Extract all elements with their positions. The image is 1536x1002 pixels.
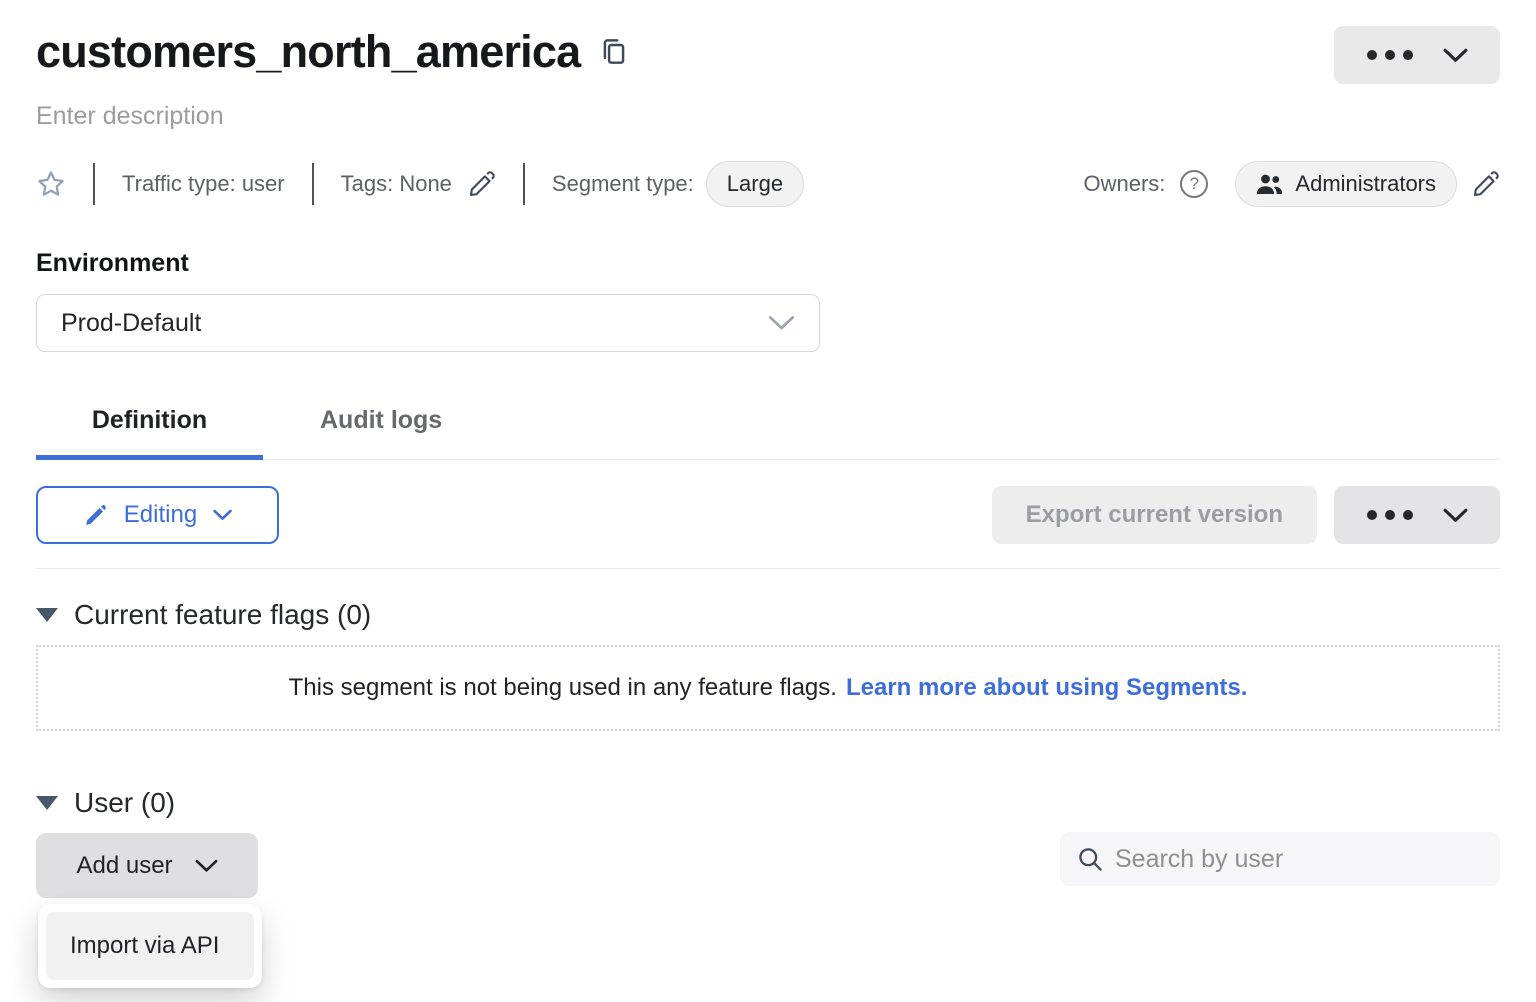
- user-section-title: User (0): [74, 787, 175, 819]
- divider: [523, 163, 525, 205]
- star-icon: [36, 169, 66, 199]
- user-section-header[interactable]: User (0): [36, 787, 1500, 819]
- editing-mode-button[interactable]: Editing: [36, 486, 279, 544]
- segment-actions-menu-button[interactable]: [1334, 26, 1500, 84]
- copy-name-button[interactable]: [600, 37, 627, 68]
- description-placeholder[interactable]: Enter description: [36, 102, 1500, 131]
- help-icon[interactable]: ?: [1180, 170, 1208, 198]
- title-wrap: customers_north_america: [36, 26, 627, 78]
- search-icon: [1077, 846, 1104, 873]
- edit-owners-button[interactable]: [1472, 170, 1500, 198]
- add-user-button[interactable]: Add user: [36, 833, 258, 898]
- feature-flags-section: Current feature flags (0) This segment i…: [36, 599, 1500, 731]
- add-user-wrap: Add user Import via API: [36, 833, 258, 898]
- edit-tags-button[interactable]: [468, 170, 496, 198]
- collapse-triangle-icon: [36, 796, 58, 810]
- chevron-down-icon: [213, 509, 232, 521]
- page-title: customers_north_america: [36, 26, 580, 78]
- owners-group: Owners: ? Administrators: [1083, 161, 1500, 207]
- editing-label: Editing: [124, 501, 197, 529]
- section-divider: [36, 568, 1500, 569]
- owners-value: Administrators: [1295, 171, 1436, 197]
- feature-flags-title: Current feature flags (0): [74, 599, 371, 631]
- segment-type-label: Segment type:: [552, 171, 694, 197]
- pencil-filled-icon: [83, 503, 108, 528]
- tab-bar: Definition Audit logs: [36, 394, 1500, 460]
- learn-more-link[interactable]: Learn more about using Segments.: [846, 674, 1247, 702]
- chevron-down-icon: [195, 859, 218, 873]
- pencil-icon: [468, 170, 496, 198]
- definition-toolbar: Editing Export current version: [36, 486, 1500, 544]
- segment-detail-page: customers_north_america Enter descriptio…: [0, 0, 1536, 898]
- add-user-dropdown-menu: Import via API: [38, 904, 262, 988]
- environment-selected-value: Prod-Default: [61, 309, 201, 338]
- tab-definition[interactable]: Definition: [36, 394, 263, 459]
- traffic-type-label: Traffic type: user: [122, 171, 285, 197]
- meta-left: Traffic type: user Tags: None Segment ty…: [36, 161, 1083, 207]
- segment-type-badge: Large: [706, 161, 804, 207]
- version-actions-menu-button[interactable]: [1334, 486, 1500, 544]
- user-search-box: [1060, 832, 1500, 886]
- environment-section: Environment Prod-Default: [36, 249, 1500, 352]
- chevron-down-icon: [1443, 48, 1468, 63]
- search-by-user-input[interactable]: [1115, 845, 1483, 874]
- feature-flags-header[interactable]: Current feature flags (0): [36, 599, 1500, 631]
- environment-select[interactable]: Prod-Default: [36, 294, 820, 352]
- empty-state-text: This segment is not being used in any fe…: [289, 674, 837, 702]
- feature-flags-empty-state: This segment is not being used in any fe…: [36, 645, 1500, 731]
- header: customers_north_america: [36, 26, 1500, 84]
- add-user-label: Add user: [76, 852, 172, 880]
- user-section: User (0) Add user Import via API: [36, 787, 1500, 898]
- menu-item-import-via-api[interactable]: Import via API: [46, 912, 254, 980]
- owners-label: Owners:: [1083, 171, 1165, 197]
- divider: [93, 163, 95, 205]
- people-icon: [1256, 173, 1283, 195]
- meta-row: Traffic type: user Tags: None Segment ty…: [36, 161, 1500, 207]
- tags-label: Tags: None: [341, 171, 452, 197]
- toolbar-right: Export current version: [992, 486, 1500, 544]
- tab-audit-logs[interactable]: Audit logs: [320, 394, 442, 459]
- owners-badge: Administrators: [1235, 161, 1457, 207]
- favorite-star-button[interactable]: [36, 169, 66, 199]
- environment-label: Environment: [36, 249, 1500, 278]
- copy-icon: [600, 37, 627, 68]
- export-current-version-button[interactable]: Export current version: [992, 486, 1317, 544]
- divider: [312, 163, 314, 205]
- pencil-icon: [1472, 170, 1500, 198]
- ellipsis-icon: [1367, 510, 1413, 520]
- collapse-triangle-icon: [36, 608, 58, 622]
- ellipsis-icon: [1367, 50, 1413, 60]
- chevron-down-icon: [1443, 508, 1468, 523]
- chevron-down-icon: [768, 315, 795, 331]
